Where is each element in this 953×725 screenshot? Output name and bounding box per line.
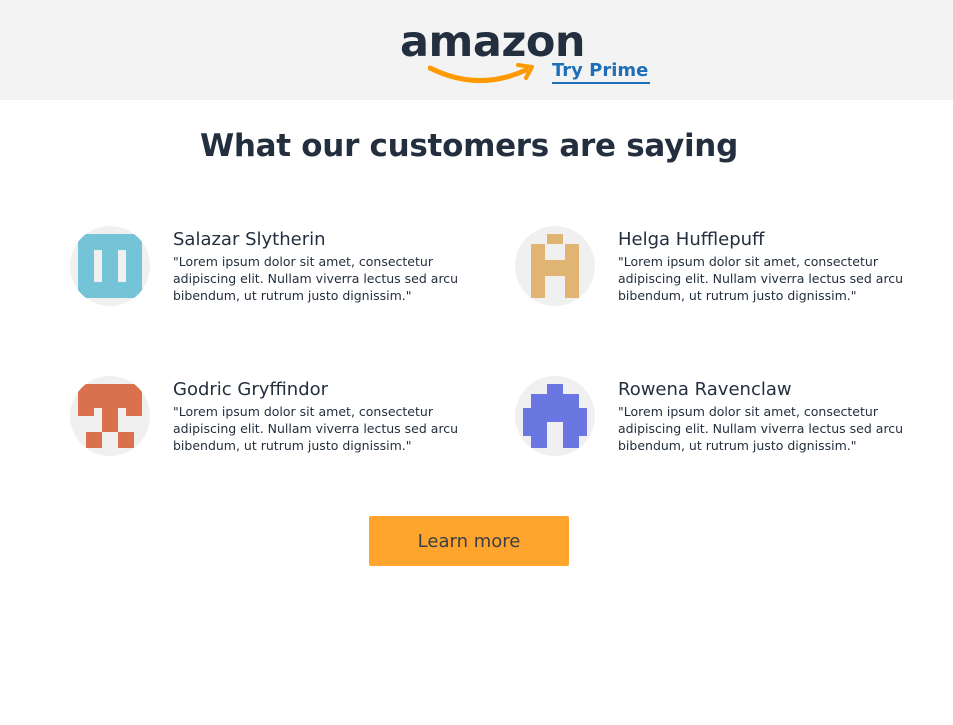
testimonial-card: Salazar Slytherin "Lorem ipsum dolor sit… [70,226,490,316]
avatar [70,226,150,306]
testimonial-card: Godric Gryffindor "Lorem ipsum dolor sit… [70,376,490,466]
testimonial-quote: "Lorem ipsum dolor sit amet, consectetur… [173,254,459,303]
testimonial-quote: "Lorem ipsum dolor sit amet, consectetur… [618,254,904,303]
avatar [515,226,595,306]
avatar [515,376,595,456]
testimonial-name: Rowena Ravenclaw [618,379,792,400]
testimonial-card: Rowena Ravenclaw "Lorem ipsum dolor sit … [515,376,935,466]
avatar [70,376,150,456]
testimonial-name: Helga Hufflepuff [618,229,765,250]
testimonial-name: Salazar Slytherin [173,229,326,250]
identicon-icon [78,234,142,298]
learn-more-button[interactable]: Learn more [369,516,569,566]
testimonial-card: Helga Hufflepuff "Lorem ipsum dolor sit … [515,226,935,316]
identicon-icon [531,234,579,298]
identicon-icon [523,384,587,448]
testimonial-quote: "Lorem ipsum dolor sit amet, consectetur… [173,404,459,453]
testimonial-name: Godric Gryffindor [173,379,329,400]
testimonial-quote: "Lorem ipsum dolor sit amet, consectetur… [618,404,904,453]
smile-arrow-icon [428,63,534,83]
page-title: What our customers are saying [200,128,738,164]
try-prime-link[interactable]: Try Prime [552,60,651,84]
site-header: amazon Try Prime [0,0,953,100]
identicon-icon [78,384,142,448]
